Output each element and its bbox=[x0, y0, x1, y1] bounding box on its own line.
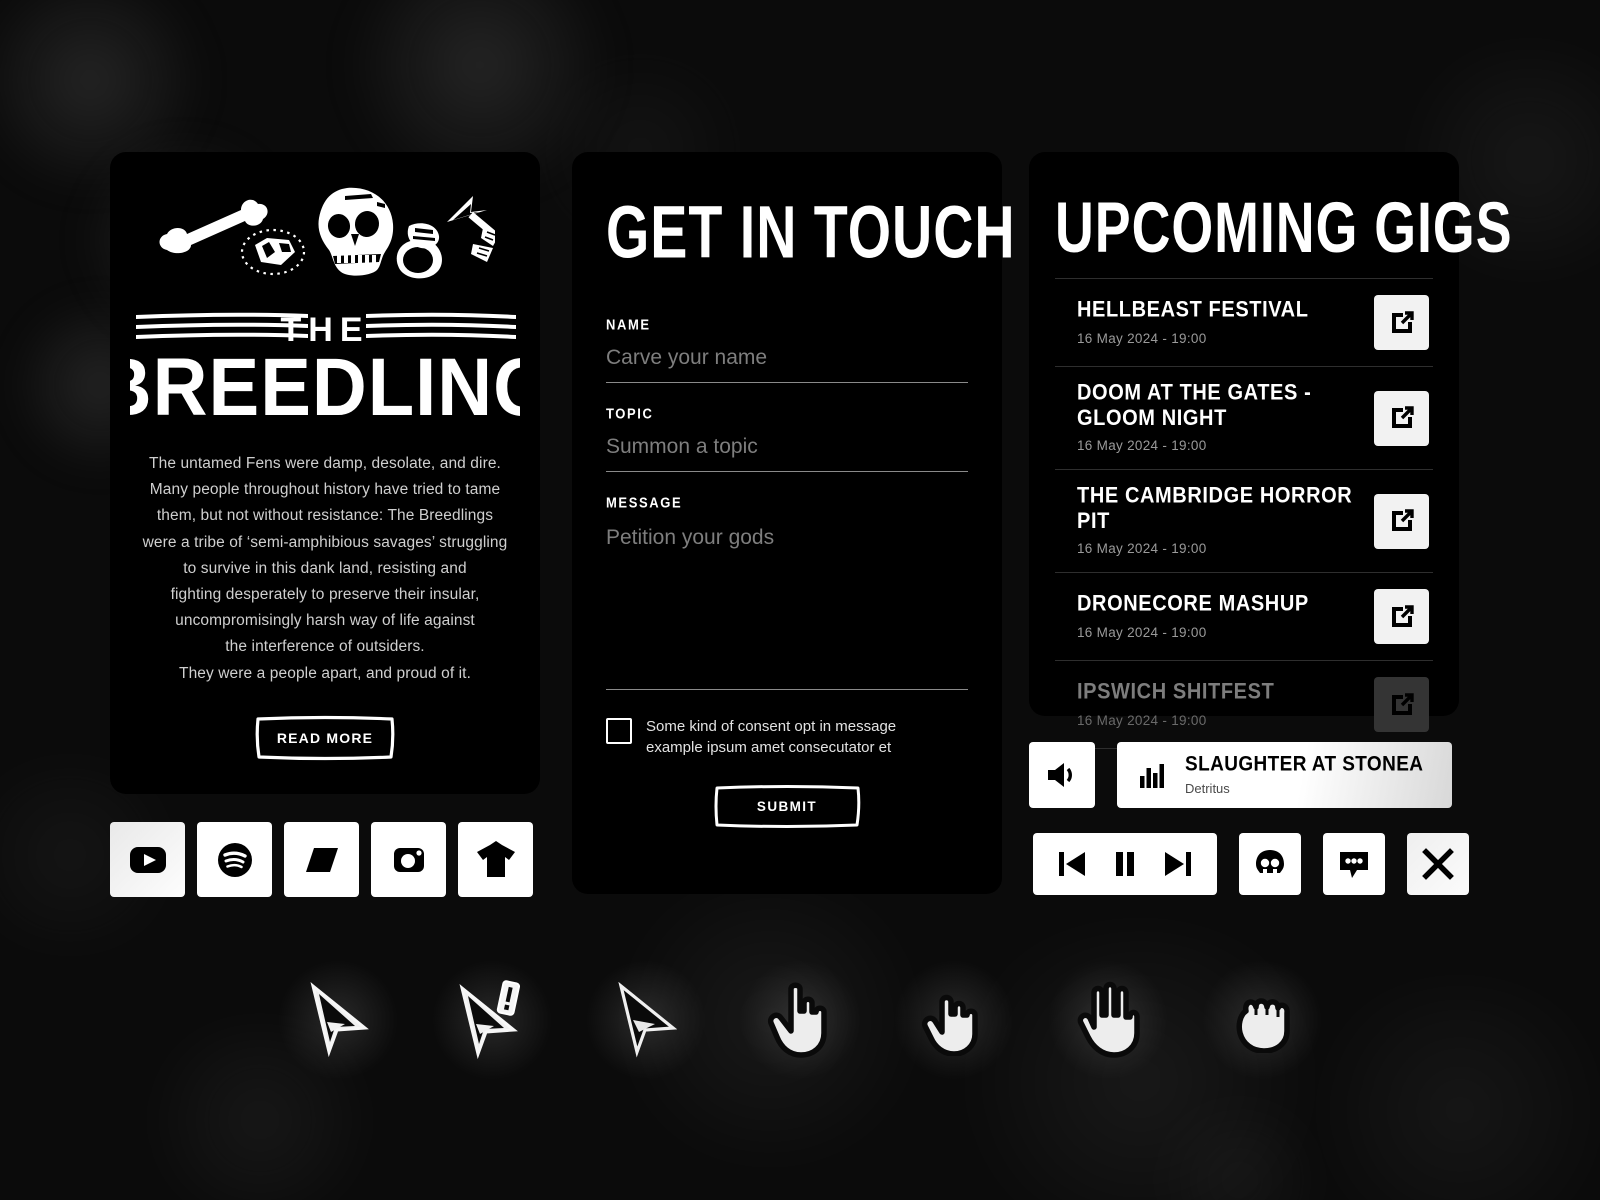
cursor-closed-fist-icon bbox=[1236, 998, 1290, 1053]
external-link-icon bbox=[1391, 310, 1414, 333]
cursor-arrow-dark bbox=[581, 955, 711, 1085]
cursor-open-hand bbox=[1043, 955, 1173, 1085]
table-row[interactable]: DRONECORE MASHUP 16 May 2024 - 19:00 bbox=[1055, 572, 1433, 660]
cursor-open-hand-icon bbox=[1077, 981, 1140, 1058]
contact-title: GET IN TOUCH bbox=[606, 190, 1016, 275]
gig-name: DOOM AT THE GATES - GLOOM NIGHT bbox=[1077, 380, 1312, 431]
youtube-icon bbox=[129, 846, 166, 873]
cursor-grab-hand-icon bbox=[921, 994, 978, 1056]
gig-list: HELLBEAST FESTIVAL 16 May 2024 - 19:00 D… bbox=[1055, 278, 1433, 749]
gig-name: HELLBEAST FESTIVAL bbox=[1077, 297, 1309, 323]
bandcamp-button[interactable] bbox=[284, 822, 359, 897]
topic-input[interactable] bbox=[606, 429, 968, 472]
transport-group bbox=[1033, 833, 1217, 895]
bandcamp-icon bbox=[305, 847, 338, 872]
message-label: MESSAGE bbox=[606, 494, 683, 511]
cursor-set bbox=[0, 955, 1600, 1085]
table-row[interactable]: THE CAMBRIDGE HORROR PIT 16 May 2024 - 1… bbox=[1055, 469, 1433, 572]
name-input[interactable] bbox=[606, 340, 968, 383]
close-button[interactable] bbox=[1407, 833, 1469, 895]
cursor-arrow-alert bbox=[427, 955, 557, 1085]
next-track-icon bbox=[1165, 852, 1191, 876]
table-row[interactable]: DOOM AT THE GATES - GLOOM NIGHT 16 May 2… bbox=[1055, 366, 1433, 469]
player-controls bbox=[1033, 833, 1469, 895]
gig-date: 16 May 2024 - 19:00 bbox=[1077, 438, 1207, 453]
cursor-arrow bbox=[273, 955, 403, 1085]
comments-button[interactable] bbox=[1323, 833, 1385, 895]
external-link-icon bbox=[1391, 692, 1414, 715]
topic-label: TOPIC bbox=[606, 405, 654, 422]
speech-bubble-icon bbox=[1340, 852, 1368, 878]
skull-button[interactable] bbox=[1239, 833, 1301, 895]
name-label: NAME bbox=[606, 316, 651, 333]
previous-track-icon bbox=[1059, 852, 1085, 876]
table-row[interactable]: IPSWICH SHITFEST 16 May 2024 - 19:00 bbox=[1055, 660, 1433, 749]
track-bar[interactable]: SLAUGHTER AT STONEA Detritus bbox=[1117, 742, 1452, 808]
topic-field-group: TOPIC bbox=[606, 405, 968, 472]
spotify-button[interactable] bbox=[197, 822, 272, 897]
previous-track-button[interactable] bbox=[1057, 850, 1087, 878]
track-title: SLAUGHTER AT STONEA bbox=[1185, 752, 1424, 777]
gig-name: DRONECORE MASHUP bbox=[1077, 591, 1309, 617]
consent-row: Some kind of consent opt in message exam… bbox=[606, 716, 968, 758]
contact-panel: GET IN TOUCH NAME TOPIC MESSAGE Some kin… bbox=[572, 152, 1016, 894]
band-info-panel: THE BREEDLING The untamed Fens were damp… bbox=[110, 152, 540, 794]
message-input[interactable] bbox=[606, 518, 968, 690]
merch-tshirt-icon bbox=[476, 840, 515, 877]
social-links-row bbox=[110, 822, 533, 897]
cursor-arrow-dark-icon bbox=[618, 982, 677, 1058]
gigs-title: UPCOMING GIGS bbox=[1055, 186, 1513, 268]
cursor-arrow-alert-icon bbox=[459, 980, 521, 1060]
cursor-pointer-hand bbox=[735, 955, 865, 1085]
now-playing-bar: SLAUGHTER AT STONEA Detritus bbox=[1029, 742, 1452, 808]
gig-external-link-button[interactable] bbox=[1374, 589, 1429, 644]
name-field-group: NAME bbox=[606, 316, 968, 383]
volume-button[interactable] bbox=[1029, 742, 1095, 808]
table-row[interactable]: HELLBEAST FESTIVAL 16 May 2024 - 19:00 bbox=[1055, 278, 1433, 366]
pause-icon bbox=[1116, 852, 1134, 876]
read-more-label: READ MORE bbox=[276, 729, 374, 746]
message-field-group: MESSAGE bbox=[606, 494, 968, 690]
spotify-icon bbox=[217, 842, 252, 877]
pause-button[interactable] bbox=[1113, 850, 1137, 878]
skull-icon bbox=[1256, 850, 1284, 873]
submit-button[interactable]: SUBMIT bbox=[713, 784, 861, 828]
gig-date: 16 May 2024 - 19:00 bbox=[1077, 625, 1207, 640]
gig-external-link-button[interactable] bbox=[1374, 295, 1429, 350]
gig-external-link-button[interactable] bbox=[1374, 677, 1429, 732]
speaker-volume-icon bbox=[1048, 763, 1072, 787]
cursor-pointer-hand-icon bbox=[767, 982, 827, 1058]
cursor-grab-hand bbox=[889, 955, 1019, 1085]
gig-date: 16 May 2024 - 19:00 bbox=[1077, 713, 1207, 728]
instagram-icon bbox=[393, 847, 424, 872]
gig-date: 16 May 2024 - 19:00 bbox=[1077, 541, 1207, 556]
gig-name: THE CAMBRIDGE HORROR PIT bbox=[1077, 483, 1353, 534]
gig-date: 16 May 2024 - 19:00 bbox=[1077, 331, 1207, 346]
next-track-button[interactable] bbox=[1163, 850, 1193, 878]
track-artist: Detritus bbox=[1185, 781, 1230, 796]
gig-external-link-button[interactable] bbox=[1374, 390, 1429, 446]
equalizer-bars-icon bbox=[1140, 764, 1164, 788]
band-wordmark: THE BREEDLING bbox=[130, 311, 520, 427]
read-more-button[interactable]: READ MORE bbox=[255, 714, 395, 761]
gig-name: IPSWICH SHITFEST bbox=[1077, 679, 1275, 705]
gig-external-link-button[interactable] bbox=[1374, 493, 1429, 549]
cursor-arrow-icon bbox=[310, 982, 369, 1058]
external-link-icon bbox=[1391, 604, 1414, 627]
merch-button[interactable] bbox=[458, 822, 533, 897]
skull-bone-arrow-emblem-icon bbox=[159, 187, 495, 279]
wordmark-breedling: BREEDLING bbox=[130, 340, 520, 427]
submit-label: SUBMIT bbox=[756, 798, 818, 814]
instagram-button[interactable] bbox=[371, 822, 446, 897]
external-link-icon bbox=[1391, 509, 1414, 531]
upcoming-gigs-panel: UPCOMING GIGS HELLBEAST FESTIVAL 16 May … bbox=[1029, 152, 1513, 749]
cursor-closed-fist bbox=[1197, 955, 1327, 1085]
youtube-button[interactable] bbox=[110, 822, 185, 897]
close-x-icon bbox=[1422, 848, 1454, 880]
band-bio-text: The untamed Fens were damp, desolate, an… bbox=[142, 455, 508, 682]
consent-checkbox[interactable] bbox=[606, 718, 632, 744]
external-link-icon bbox=[1391, 406, 1414, 428]
consent-label: Some kind of consent opt in message exam… bbox=[646, 718, 897, 756]
